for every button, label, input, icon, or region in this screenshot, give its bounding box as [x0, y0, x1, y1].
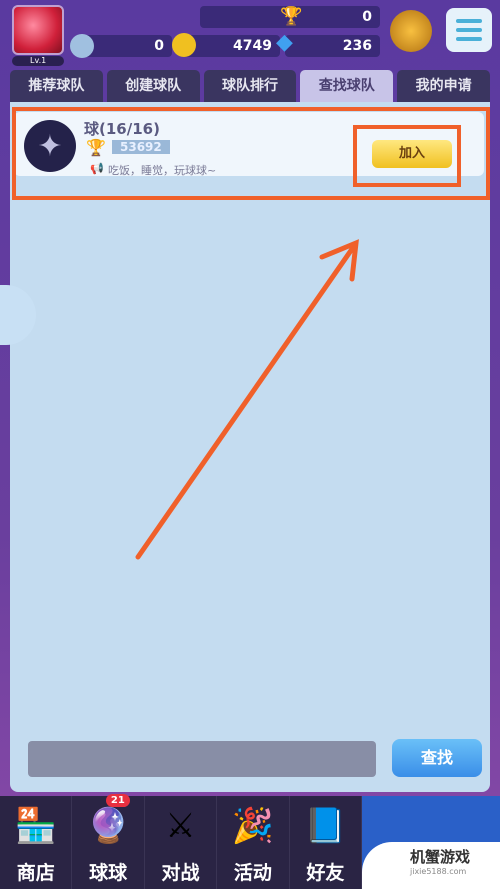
tab-bar: 推荐球队 创建球队 球队排行 查找球队 我的申请 [10, 70, 490, 102]
diamond-count: 236 [285, 35, 380, 57]
coin-add-icon[interactable] [172, 33, 196, 57]
swords-icon: ⚔ [165, 806, 196, 846]
player-avatar[interactable] [12, 5, 64, 55]
ball-icon: 🔮 [86, 806, 130, 846]
tab-recommended[interactable]: 推荐球队 [10, 70, 103, 102]
nav-shop[interactable]: 🏪 商店 [0, 796, 73, 889]
shop-icon: 🏪 [14, 806, 57, 846]
diamond-add-icon[interactable]: ◆ [276, 30, 293, 55]
tab-ranking[interactable]: 球队排行 [203, 70, 297, 102]
watermark-logo: 机蟹游戏 jixie5188.com [362, 842, 500, 889]
nav-events[interactable]: 🎉 活动 [217, 796, 290, 889]
tab-search[interactable]: 查找球队 [300, 70, 394, 102]
join-button[interactable]: 加入 [372, 140, 452, 168]
nav-friends[interactable]: 📘 好友 [290, 796, 363, 889]
tab-my-applications[interactable]: 我的申请 [397, 70, 490, 102]
tab-create[interactable]: 创建球队 [106, 70, 200, 102]
team-search-input[interactable] [28, 741, 376, 777]
ticket-add-icon[interactable] [70, 34, 94, 58]
menu-button[interactable] [446, 8, 492, 52]
rank-medal-icon[interactable] [390, 10, 432, 52]
level-label: Lv.1 [12, 56, 64, 66]
notification-badge: 21 [105, 794, 130, 807]
bottom-nav: 🏪 商店 21 🔮 球球 ⚔ 对战 🎉 活动 📘 好友 [0, 794, 363, 889]
find-button[interactable]: 查找 [392, 739, 482, 777]
friends-book-icon: 📘 [304, 806, 347, 846]
nav-battle[interactable]: ⚔ 对战 [145, 796, 218, 889]
party-popper-icon: 🎉 [231, 806, 275, 846]
nav-balls[interactable]: 21 🔮 球球 [72, 794, 145, 889]
annotation-arrow [135, 239, 359, 560]
trophy-icon: 🏆 [280, 6, 303, 27]
